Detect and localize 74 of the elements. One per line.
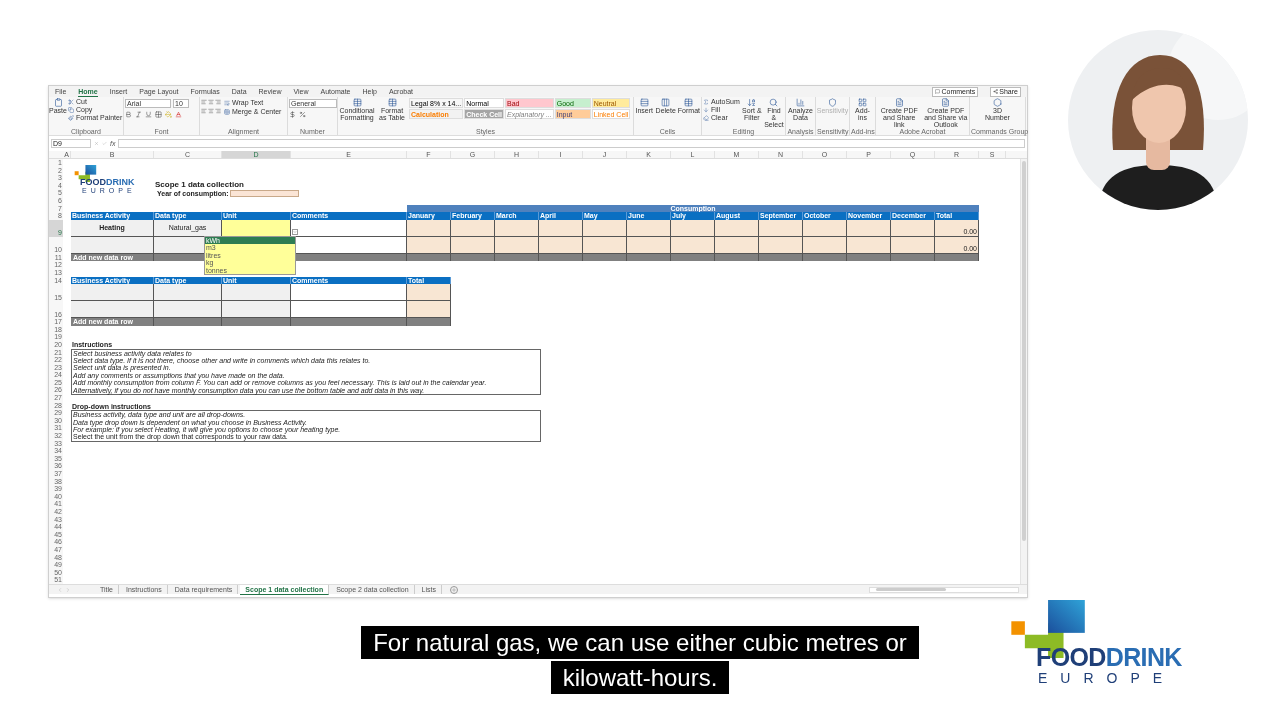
ribbon-icon (796, 98, 805, 107)
table-cell (627, 253, 671, 262)
logo-wordmark: FOODDRINK (1036, 644, 1182, 670)
dropdown-button[interactable] (292, 228, 298, 235)
ribbon-icon (684, 98, 694, 107)
ribbon-icon (769, 98, 779, 107)
borders-icon[interactable] (155, 111, 162, 118)
logo-wordmark: FOODDRINK (80, 178, 135, 187)
table-cell (539, 253, 583, 262)
cancel-icon[interactable] (94, 141, 99, 146)
year-field[interactable] (229, 189, 299, 197)
align-right-icon[interactable] (215, 108, 221, 114)
percent-icon[interactable] (299, 111, 306, 118)
table-cell (154, 301, 222, 319)
font-color-icon[interactable] (175, 111, 182, 118)
table-cell (495, 253, 539, 262)
align-top-icon[interactable] (201, 99, 207, 105)
sheet-title: Scope 1 data collection (154, 180, 245, 190)
table-cell (759, 253, 803, 262)
table-cell (935, 253, 979, 262)
next-sheet-icon[interactable] (65, 586, 71, 593)
table-cell (451, 253, 495, 262)
eraser-icon (703, 115, 709, 121)
check-icon[interactable] (102, 141, 107, 146)
table-cell (847, 253, 891, 262)
align-middle-icon[interactable] (208, 99, 214, 105)
dollar-icon[interactable] (289, 111, 296, 118)
bold-icon[interactable] (125, 111, 132, 118)
previous-sheet-icon[interactable] (57, 586, 63, 593)
table-cell (583, 253, 627, 262)
subtitle-text: For natural gas, we can use either cubic metres or (361, 626, 919, 659)
formula-field[interactable] (118, 139, 1025, 148)
scissors-icon (68, 99, 74, 105)
vertical-scrollbar[interactable] (1020, 159, 1027, 584)
align-bottom-icon[interactable] (215, 99, 221, 105)
paintbrush-icon (68, 115, 74, 121)
table-cell (803, 253, 847, 262)
ribbon-icon (387, 98, 397, 107)
down-arrow-icon (703, 107, 709, 113)
fill-color-icon[interactable] (165, 111, 172, 118)
ribbon-icon (53, 98, 63, 107)
ribbon-icon (894, 98, 904, 107)
table-cell (407, 284, 451, 302)
merge-icon (224, 109, 230, 115)
underline-icon[interactable] (145, 111, 152, 118)
comment-icon (935, 89, 941, 94)
ribbon-icon (661, 98, 671, 107)
table-cell (407, 253, 451, 262)
table-cell (715, 253, 759, 262)
align-center-icon[interactable] (208, 108, 214, 114)
subtitle-text: kilowatt-hours. (550, 661, 730, 694)
table-cell (154, 284, 222, 302)
ribbon-icon (941, 98, 951, 107)
sigma-icon (703, 99, 709, 105)
ribbon-icon (858, 98, 867, 107)
share-icon (993, 89, 999, 94)
table-cell (222, 301, 291, 319)
wrap-text-icon (224, 100, 230, 106)
ribbon-icon (352, 98, 362, 107)
table-cell (407, 301, 451, 319)
italic-icon[interactable] (135, 111, 142, 118)
table-cell (671, 253, 715, 262)
table-cell (891, 253, 935, 262)
horizontal-scrollbar[interactable] (869, 586, 1019, 593)
align-left-icon[interactable] (201, 108, 207, 114)
caret-icon (293, 229, 297, 234)
ribbon-icon (828, 98, 837, 107)
copy-icon (68, 107, 74, 113)
logo-tagline: EUROPE (1038, 670, 1176, 686)
ribbon-icon (639, 98, 649, 107)
add-sheet-icon[interactable] (450, 586, 457, 593)
table-cell (222, 284, 291, 302)
ribbon-icon (993, 98, 1002, 107)
ribbon-icon (747, 98, 757, 107)
